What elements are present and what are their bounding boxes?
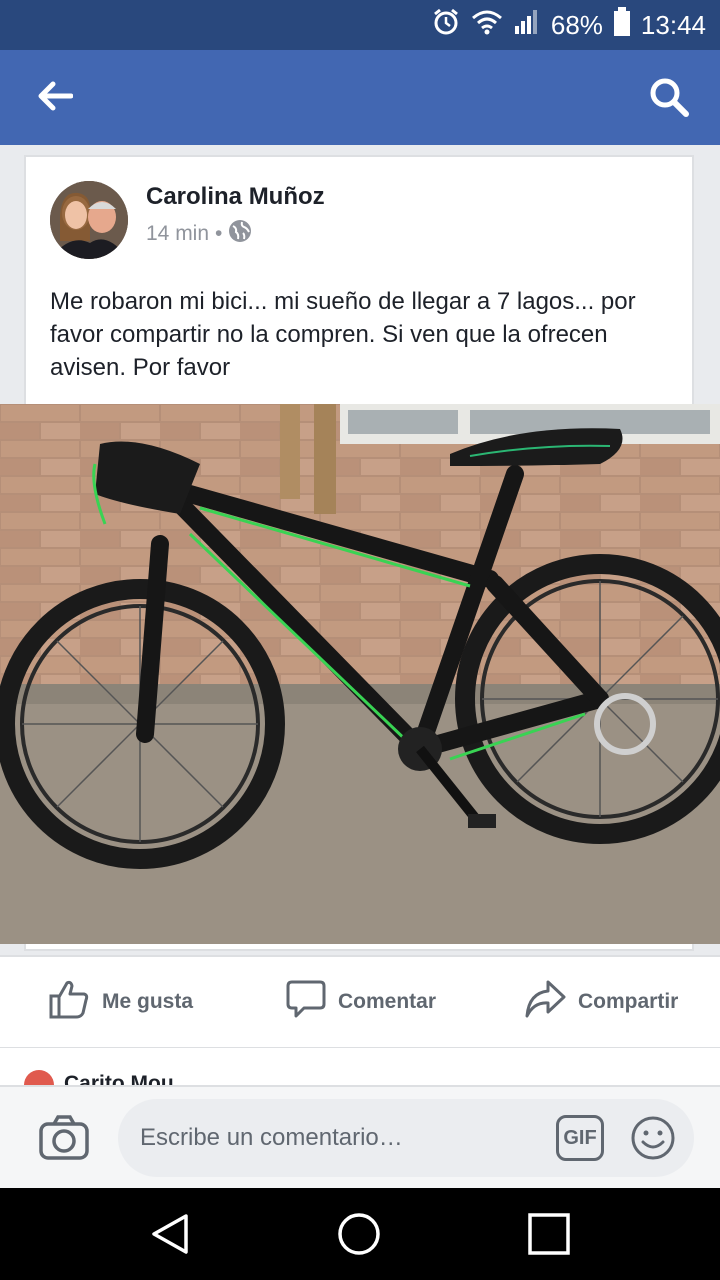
post-author-name[interactable]: Carolina Muñoz bbox=[146, 183, 325, 211]
post-actions: Me gusta Comentar Compartir bbox=[0, 955, 720, 1047]
speech-bubble-icon bbox=[286, 979, 326, 1025]
back-triangle-icon bbox=[148, 1212, 192, 1261]
comment-preview: Carito Mou bbox=[0, 1047, 720, 1085]
status-bar: 68% 13:44 bbox=[0, 0, 720, 50]
search-icon bbox=[648, 76, 690, 123]
like-button[interactable]: Me gusta bbox=[48, 957, 193, 1047]
emoji-button[interactable] bbox=[630, 1115, 676, 1161]
comment-input[interactable] bbox=[118, 1099, 694, 1177]
author-avatar[interactable] bbox=[50, 181, 128, 259]
globe-icon bbox=[228, 219, 252, 249]
system-nav-bar bbox=[0, 1188, 720, 1280]
comment-label: Comentar bbox=[338, 990, 437, 1013]
feed-content: Carolina Muñoz 14 min • Me robaron mi bi… bbox=[0, 145, 720, 1085]
share-button[interactable]: Compartir bbox=[524, 957, 678, 1047]
post-timestamp[interactable]: 14 min bbox=[146, 222, 209, 246]
like-label: Me gusta bbox=[102, 990, 194, 1013]
commenter-avatar[interactable] bbox=[24, 1070, 54, 1085]
meta-separator: • bbox=[215, 222, 223, 245]
battery-percent: 68% bbox=[550, 9, 603, 40]
back-button[interactable] bbox=[30, 76, 80, 120]
post-text: Me robaron mi bici... mi sueño de llegar… bbox=[50, 288, 636, 381]
nav-recents-button[interactable] bbox=[521, 1208, 577, 1264]
status-icons: 68% 13:44 bbox=[431, 6, 706, 44]
commenter-name[interactable]: Carito Mou bbox=[64, 1072, 174, 1085]
recents-square-icon bbox=[527, 1212, 571, 1261]
signal-icon bbox=[513, 8, 541, 43]
gif-button[interactable]: GIF bbox=[556, 1115, 604, 1161]
comment-button[interactable]: Comentar bbox=[286, 957, 436, 1047]
smiley-icon bbox=[630, 1116, 676, 1165]
camera-button[interactable] bbox=[38, 1114, 90, 1162]
nav-home-button[interactable] bbox=[331, 1208, 387, 1264]
clock-time: 13:44 bbox=[640, 9, 706, 40]
thumbs-up-icon bbox=[48, 979, 90, 1025]
app-bar bbox=[0, 50, 720, 145]
alarm-icon bbox=[431, 7, 461, 44]
home-circle-icon bbox=[336, 1211, 382, 1262]
battery-icon bbox=[613, 6, 631, 44]
share-arrow-icon bbox=[524, 979, 566, 1025]
camera-icon bbox=[38, 1115, 90, 1166]
wifi-icon bbox=[471, 9, 503, 42]
post-meta: 14 min • bbox=[146, 219, 252, 249]
post-photo[interactable] bbox=[0, 404, 720, 944]
comment-composer: GIF bbox=[0, 1085, 720, 1190]
arrow-left-icon bbox=[37, 81, 74, 116]
nav-back-button[interactable] bbox=[142, 1208, 198, 1264]
share-label: Compartir bbox=[578, 990, 679, 1013]
search-button[interactable] bbox=[644, 74, 694, 124]
